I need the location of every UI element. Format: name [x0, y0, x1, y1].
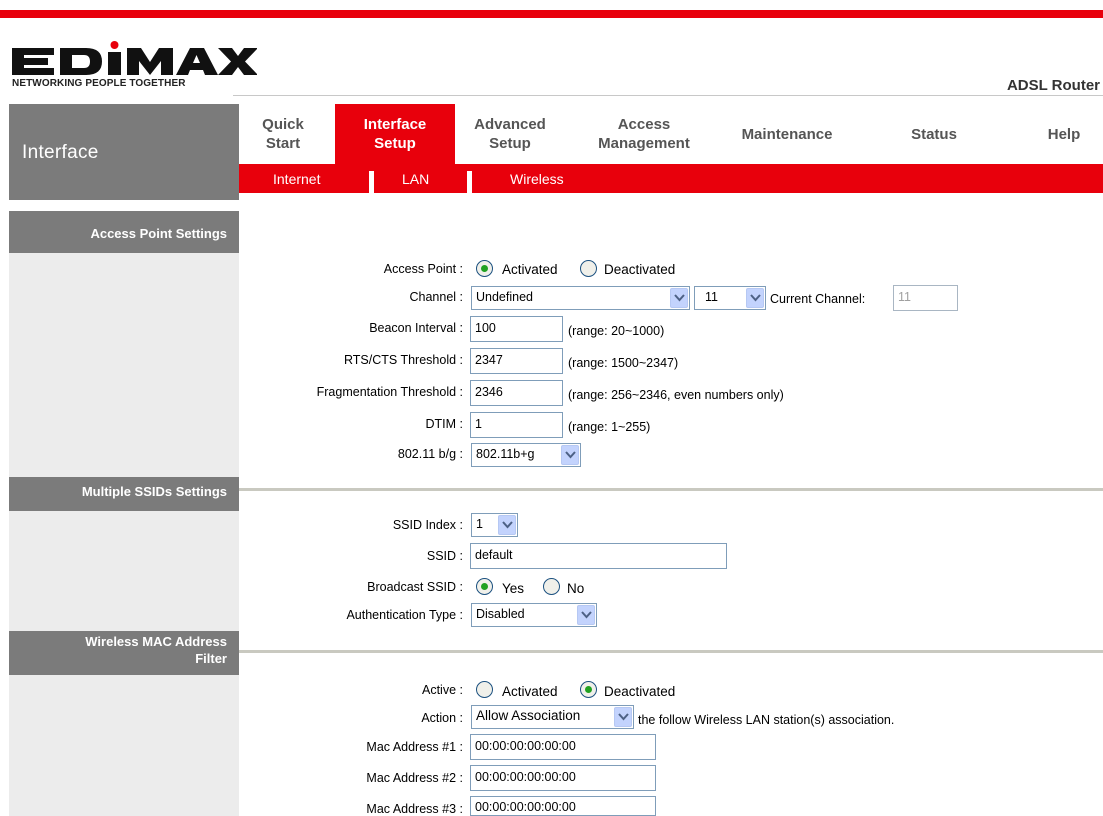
- edimax-logo: NETWORKING PEOPLE TOGETHER: [8, 22, 258, 92]
- broadcast-ssid-no-label: No: [567, 581, 585, 596]
- chevron-down-icon: [498, 515, 516, 535]
- chevron-down-icon: [561, 445, 579, 465]
- chevron-down-icon: [746, 288, 764, 308]
- wireless-mode-select[interactable]: 802.11b+g: [471, 443, 581, 467]
- top-red-bar: [0, 10, 1103, 18]
- tab-maintenance[interactable]: Maintenance: [727, 104, 847, 164]
- wireless-mode-value: 802.11b+g: [476, 447, 535, 461]
- broadcast-ssid-label: Broadcast SSID :: [367, 580, 463, 594]
- mac-address-3-label: Mac Address #3 :: [366, 802, 463, 816]
- mac-address-3-input[interactable]: 00:00:00:00:00:00: [470, 796, 656, 816]
- fragmentation-threshold-hint: (range: 256~2346, even numbers only): [568, 388, 784, 402]
- subtab-wireless[interactable]: Wireless: [510, 164, 564, 194]
- beacon-interval-input[interactable]: 100: [470, 316, 563, 342]
- mac-filter-deactivated-radio[interactable]: [580, 681, 597, 698]
- access-point-deactivated-label: Deactivated: [604, 262, 676, 277]
- section-divider: [239, 650, 1103, 653]
- authentication-type-select[interactable]: Disabled: [471, 603, 597, 627]
- subtab-internet[interactable]: Internet: [273, 164, 320, 194]
- broadcast-ssid-yes-radio[interactable]: [476, 578, 493, 595]
- subnav-separator: [467, 171, 472, 194]
- ssid-index-select[interactable]: 1: [471, 513, 518, 537]
- nav-section-title: Interface: [22, 142, 99, 163]
- mac-filter-activated-radio[interactable]: [476, 681, 493, 698]
- current-channel-field: 11: [893, 285, 958, 311]
- rts-threshold-input[interactable]: 2347: [470, 348, 563, 374]
- tab-label-line1: Access: [617, 116, 671, 133]
- authentication-type-label: Authentication Type :: [346, 608, 463, 622]
- access-point-label: Access Point :: [383, 262, 463, 276]
- mac-filter-action-label: Action :: [421, 711, 463, 725]
- fragmentation-threshold-label: Fragmentation Threshold :: [316, 385, 463, 399]
- mac-filter-action-suffix: the follow Wireless LAN station(s) assoc…: [638, 713, 895, 727]
- channel-region-select[interactable]: Undefined: [471, 286, 690, 310]
- access-point-activated-radio[interactable]: [476, 260, 493, 277]
- section-heading-mac-filter: Wireless MAC Address Filter: [9, 631, 239, 675]
- tab-label-line1: Quick: [262, 116, 304, 133]
- section-sidebar: [9, 211, 239, 816]
- broadcast-ssid-no-radio[interactable]: [543, 578, 560, 595]
- section-heading-multiple-ssids: Multiple SSIDs Settings: [9, 477, 239, 511]
- beacon-interval-label: Beacon Interval :: [369, 321, 463, 335]
- current-channel-label: Current Channel:: [770, 292, 866, 306]
- chevron-down-icon: [614, 707, 632, 727]
- dtim-input[interactable]: 1: [470, 412, 563, 438]
- wireless-mode-label: 802.11 b/g :: [397, 447, 463, 461]
- tab-advanced-setup[interactable]: Advanced Setup: [455, 104, 565, 164]
- tab-label-line1: Interface: [363, 116, 427, 133]
- rts-threshold-label: RTS/CTS Threshold :: [343, 353, 463, 367]
- tab-interface-setup[interactable]: Interface Setup: [335, 104, 455, 164]
- broadcast-ssid-yes-label: Yes: [502, 581, 525, 596]
- subtab-lan[interactable]: LAN: [402, 164, 429, 194]
- chevron-down-icon: [577, 605, 595, 625]
- ssid-label: SSID :: [426, 549, 463, 563]
- rts-threshold-hint: (range: 1500~2347): [568, 356, 679, 370]
- mac-heading-line1: Wireless MAC Address: [85, 634, 227, 649]
- tab-label-line2: Start: [265, 135, 301, 152]
- mac-filter-action-select[interactable]: Allow Association: [471, 705, 634, 729]
- mac-address-1-label: Mac Address #1 :: [366, 740, 463, 754]
- channel-region-value: Undefined: [476, 290, 533, 304]
- tab-label-line2: Setup: [374, 135, 416, 152]
- mac-address-2-label: Mac Address #2 :: [366, 771, 463, 785]
- section-heading-access-point: Access Point Settings: [9, 211, 239, 253]
- tab-label-line2: Setup: [489, 135, 531, 152]
- section-divider: [239, 488, 1103, 491]
- channel-label: Channel :: [409, 290, 463, 304]
- header-divider: [233, 95, 1103, 96]
- mac-filter-active-label: Active :: [422, 683, 463, 697]
- authentication-type-value: Disabled: [476, 607, 525, 621]
- tab-help[interactable]: Help: [1029, 104, 1099, 164]
- channel-number-select[interactable]: 11: [694, 286, 766, 310]
- sub-nav: Internet LAN Wireless: [239, 164, 1103, 194]
- mac-address-1-input[interactable]: 00:00:00:00:00:00: [470, 734, 656, 760]
- mac-heading-line2: Filter: [195, 651, 227, 666]
- tab-quick-start[interactable]: Quick Start: [239, 104, 327, 164]
- access-point-activated-label: Activated: [502, 262, 558, 277]
- tab-access-management[interactable]: Access Management: [579, 104, 709, 164]
- tab-label-line2: Management: [598, 135, 690, 152]
- tab-label-line1: Advanced: [474, 116, 546, 133]
- access-point-deactivated-radio[interactable]: [580, 260, 597, 277]
- product-name: ADSL Router: [1006, 77, 1100, 94]
- ssid-input[interactable]: default: [470, 543, 727, 569]
- ssid-index-value: 1: [476, 517, 483, 531]
- mac-filter-deactivated-label: Deactivated: [604, 684, 676, 699]
- dtim-label: DTIM :: [425, 417, 464, 431]
- fragmentation-threshold-input[interactable]: 2346: [470, 380, 563, 406]
- subnav-separator: [369, 171, 374, 194]
- mac-filter-activated-label: Activated: [502, 684, 558, 699]
- channel-number-value: 11: [705, 290, 718, 304]
- main-nav: Quick Start Interface Setup Advanced Setup …: [239, 104, 1103, 164]
- logo-tagline: NETWORKING PEOPLE TOGETHER: [12, 78, 186, 89]
- tab-status[interactable]: Status: [894, 104, 974, 164]
- subnav-bottom-strip: [239, 193, 1103, 200]
- chevron-down-icon: [670, 288, 688, 308]
- ssid-index-label: SSID Index :: [392, 518, 463, 532]
- mac-address-2-input[interactable]: 00:00:00:00:00:00: [470, 765, 656, 791]
- dtim-hint: (range: 1~255): [568, 420, 651, 434]
- mac-filter-action-value: Allow Association: [476, 708, 581, 723]
- beacon-interval-hint: (range: 20~1000): [568, 324, 665, 338]
